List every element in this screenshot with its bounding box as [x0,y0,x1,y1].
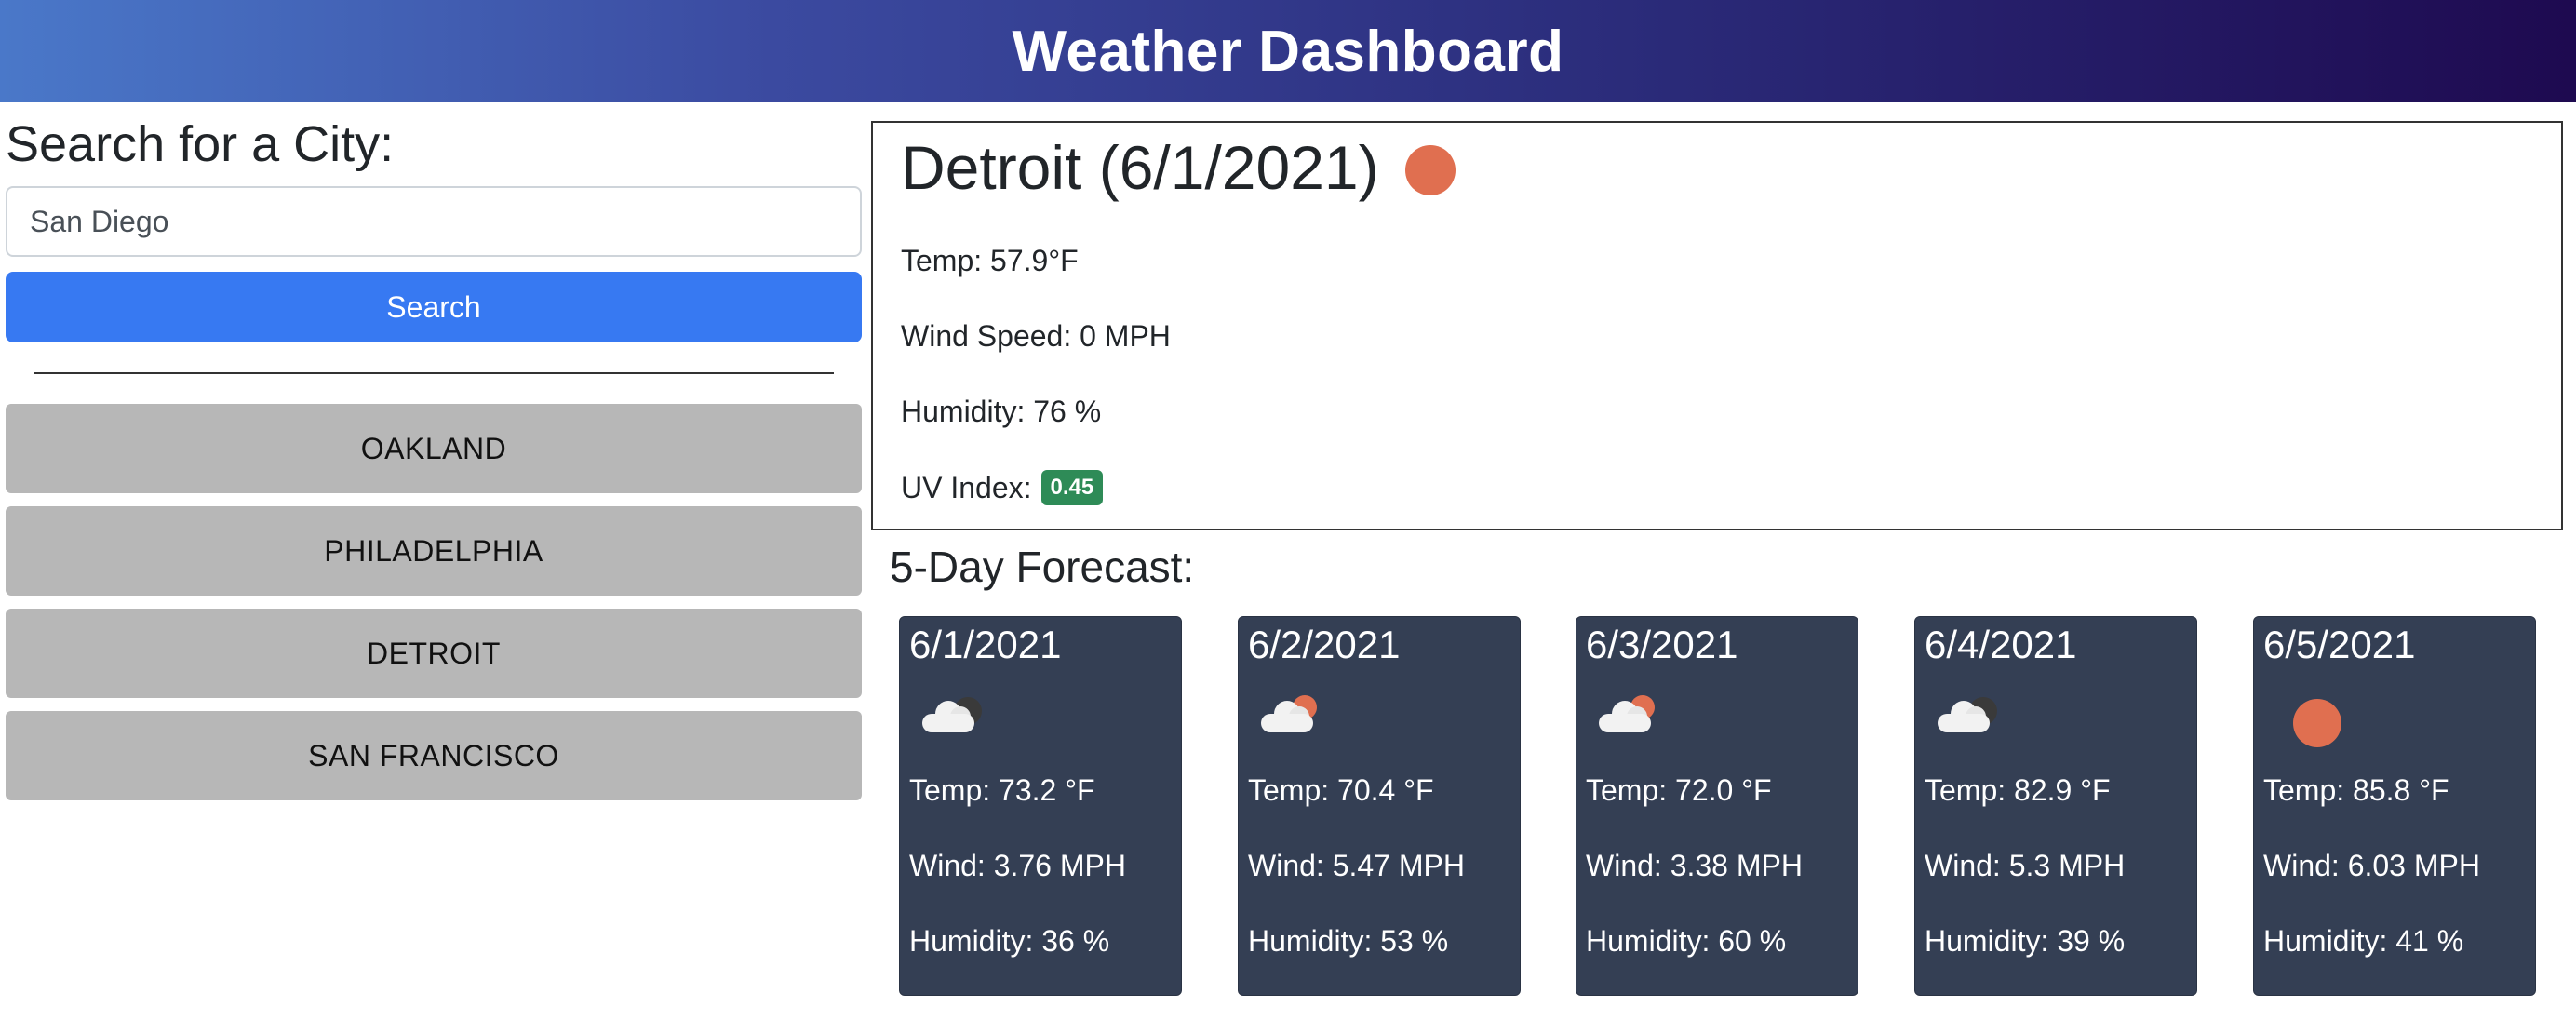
sun-icon [1404,145,1456,195]
forecast-humidity: Humidity: 53 % [1248,924,1449,958]
partly-cloudy-icon [1248,678,1510,753]
forecast-temp: Temp: 70.4 °F [1248,773,1434,807]
current-weather-header: Detroit (6/1/2021) [901,132,2533,203]
forecast-heading: 5-Day Forecast: [890,543,1195,591]
forecast-temp: Temp: 82.9 °F [1925,773,2111,807]
forecast-card: 6/2/2021 Temp: 70.4 °F Wind: 5.47 MPH Hu… [1238,616,1521,996]
forecast-wind: Wind: 6.03 MPH [2263,849,2480,882]
partly-cloudy-icon [1586,678,1848,753]
search-heading: Search for a City: [6,116,395,172]
page-title: Weather Dashboard [1012,19,1564,84]
forecast-card: 6/5/2021 Temp: 85.8 °F Wind: 6.03 MPH Hu… [2253,616,2536,996]
sidebar: Search for a City: Search OAKLAND PHILAD… [6,102,864,813]
search-button[interactable]: Search [6,272,862,343]
forecast-humidity: Humidity: 60 % [1586,924,1787,958]
forecast-temp: Temp: 72.0 °F [1586,773,1772,807]
current-temp: Temp: 57.9°F [901,244,1079,277]
search-history: OAKLAND PHILADELPHIA DETROIT SAN FRANCIS… [6,404,864,801]
history-item-philadelphia[interactable]: PHILADELPHIA [6,506,862,597]
history-item-oakland[interactable]: OAKLAND [6,404,862,494]
forecast-temp: Temp: 73.2 °F [909,773,1095,807]
forecast-wind: Wind: 3.76 MPH [909,849,1126,882]
forecast-humidity: Humidity: 41 % [2263,924,2464,958]
cloud-icon [909,678,1172,753]
forecast-date: 6/5/2021 [2263,623,2416,666]
city-search-input[interactable] [6,186,862,258]
app-header: Weather Dashboard [0,0,2576,102]
current-weather-panel: Detroit (6/1/2021) Temp: 57.9°F Wind Spe… [871,121,2563,530]
uv-label: UV Index: [901,470,1032,504]
forecast-temp: Temp: 85.8 °F [2263,773,2449,807]
forecast-card: 6/1/2021 Temp: 73.2 °F Wind: 3.76 MPH Hu… [899,616,1182,996]
history-item-detroit[interactable]: DETROIT [6,609,862,699]
forecast-wind: Wind: 5.3 MPH [1925,849,2126,882]
history-item-san-francisco[interactable]: SAN FRANCISCO [6,711,862,801]
forecast-date: 6/4/2021 [1925,623,2077,666]
forecast-wind: Wind: 3.38 MPH [1586,849,1803,882]
forecast-humidity: Humidity: 36 % [909,924,1110,958]
current-humidity: Humidity: 76 % [901,395,1102,428]
current-city-date: Detroit (6/1/2021) [901,133,1379,202]
forecast-date: 6/3/2021 [1586,623,1738,666]
forecast-wind: Wind: 5.47 MPH [1248,849,1465,882]
uv-index-badge: 0.45 [1040,470,1104,505]
forecast-date: 6/2/2021 [1248,623,1401,666]
divider [34,372,834,375]
current-wind: Wind Speed: 0 MPH [901,319,1171,353]
forecast-card: 6/3/2021 Temp: 72.0 °F Wind: 3.38 MPH Hu… [1576,616,1858,996]
sun-icon [2263,678,2526,753]
forecast-humidity: Humidity: 39 % [1925,924,2126,958]
forecast-date: 6/1/2021 [909,623,1062,666]
current-uv: UV Index: 0.45 [901,470,2533,505]
cloud-icon [1925,678,2187,753]
forecast-card: 6/4/2021 Temp: 82.9 °F Wind: 5.3 MPH Hum… [1914,616,2197,996]
